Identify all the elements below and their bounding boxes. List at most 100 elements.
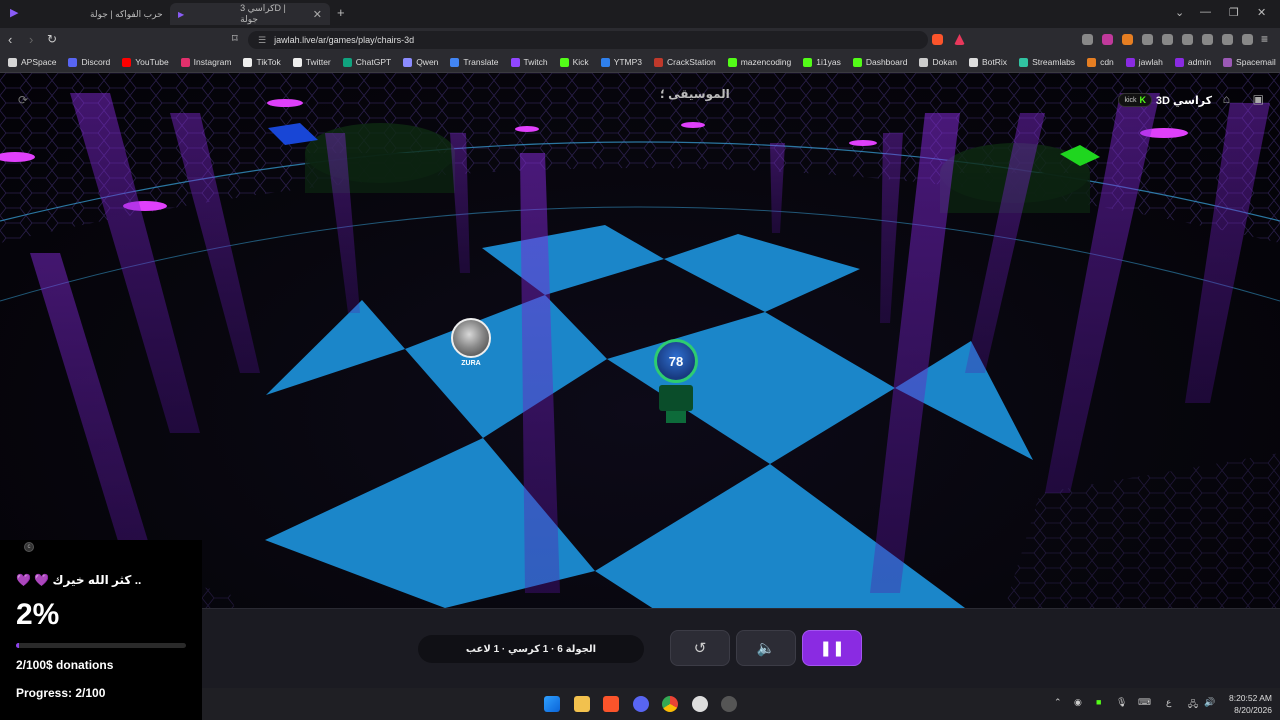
bookmark-cdn[interactable]: cdn bbox=[1087, 57, 1114, 67]
forward-icon[interactable]: › bbox=[29, 32, 33, 47]
leo-ai-icon[interactable] bbox=[1222, 34, 1233, 45]
bookmark-label: Twitch bbox=[523, 57, 548, 67]
maximize-icon[interactable]: ❐ bbox=[1229, 6, 1239, 19]
round-info: الجولة 6 · 1 كرسي · 1 لاعب bbox=[418, 635, 644, 663]
bookmark-spacemail[interactable]: Spacemail bbox=[1223, 57, 1276, 67]
bookmark-dashboard[interactable]: Dashboard bbox=[852, 57, 908, 67]
bookmark-favicon-icon bbox=[1223, 57, 1233, 67]
restart-button[interactable]: ↺ bbox=[670, 630, 730, 666]
url-input[interactable]: ☰ jawlah.live/ar/games/play/chairs-3d bbox=[248, 31, 928, 49]
browser-menu-icon[interactable]: ▶ bbox=[10, 6, 18, 19]
bookmark-crackstation[interactable]: CrackStation bbox=[654, 57, 716, 67]
bookmark-translate[interactable]: Translate bbox=[450, 57, 499, 67]
bookmark-twitter[interactable]: Twitter bbox=[292, 57, 331, 67]
puzzle-icon[interactable] bbox=[1142, 34, 1153, 45]
reload-icon[interactable]: ↻ bbox=[47, 32, 57, 46]
file-explorer-icon[interactable] bbox=[574, 696, 590, 712]
tab-chairs-3d[interactable]: ▶ كراسي 3D | جولة ✕ bbox=[170, 3, 330, 25]
chevron-down-icon[interactable]: ⌄ bbox=[1175, 6, 1184, 19]
bookmark-tiktok[interactable]: TikTok bbox=[243, 57, 281, 67]
extension-icon[interactable] bbox=[1122, 34, 1133, 45]
bookmark-qwen[interactable]: Qwen bbox=[403, 57, 438, 67]
settings-gear-icon[interactable] bbox=[692, 696, 708, 712]
input-language[interactable]: ع bbox=[1166, 697, 1171, 708]
bookmark-label: mazencoding bbox=[740, 57, 792, 67]
brave-shield-icon[interactable] bbox=[932, 34, 943, 45]
new-tab-button[interactable]: + bbox=[337, 5, 345, 20]
round-info-text: الجولة 6 · 1 كرسي · 1 لاعب bbox=[465, 643, 597, 655]
close-window-icon[interactable]: ✕ bbox=[1257, 6, 1266, 19]
bookmark-favicon-icon bbox=[8, 57, 17, 67]
fullscreen-icon[interactable]: ▣ bbox=[1253, 92, 1264, 106]
bookmark-apspace[interactable]: APSpace bbox=[8, 57, 56, 67]
bookmark-favicon-icon bbox=[727, 57, 737, 67]
network-icon[interactable]: 🖧 bbox=[1188, 697, 1198, 713]
menu-icon[interactable]: ≡ bbox=[1261, 32, 1268, 46]
bookmark-label: cdn bbox=[1100, 57, 1114, 67]
discord-tray-icon[interactable]: ◉ bbox=[1074, 697, 1082, 708]
bookmark-instagram[interactable]: Instagram bbox=[180, 57, 231, 67]
bookmark-favicon-icon bbox=[600, 57, 610, 67]
bookmark-label: Dashboard bbox=[865, 57, 908, 67]
volume-icon[interactable]: 🔊 bbox=[1204, 697, 1215, 708]
windows-start-icon[interactable] bbox=[544, 696, 560, 712]
pause-button[interactable]: ❚❚ bbox=[802, 630, 862, 666]
mic-icon[interactable]: 🎙 bbox=[1116, 697, 1127, 708]
bookmark-jawlah[interactable]: jawlah bbox=[1125, 57, 1163, 67]
vpn-icon[interactable] bbox=[1242, 34, 1253, 45]
home-icon[interactable]: ⌂ bbox=[1223, 92, 1230, 106]
system-clock[interactable]: 8:20:52 AM 8/20/2026 bbox=[1229, 692, 1272, 716]
brave-browser-icon[interactable] bbox=[603, 696, 619, 712]
bookmark-admin[interactable]: admin bbox=[1174, 57, 1211, 67]
bookmark-mazencoding[interactable]: mazencoding bbox=[727, 57, 792, 67]
bookmark-favicon-icon bbox=[1125, 57, 1135, 67]
sidebar-icon[interactable] bbox=[1182, 34, 1193, 45]
bookmark-favicon-icon bbox=[1019, 57, 1029, 67]
bookmark-botrix[interactable]: BotRix bbox=[969, 57, 1007, 67]
site-info-icon[interactable]: ☰ bbox=[258, 35, 266, 46]
bookmark-youtube[interactable]: YouTube bbox=[122, 57, 169, 67]
game-control-bar: الجولة 6 · 1 كرسي · 1 لاعب ↺ 🔈 ❚❚ bbox=[202, 608, 1280, 688]
refresh-icon[interactable]: ⟳ bbox=[18, 93, 28, 107]
close-icon[interactable]: ✕ bbox=[313, 8, 322, 21]
minimize-icon[interactable]: — bbox=[1200, 6, 1211, 18]
bookmark-label: Streamlabs bbox=[1032, 57, 1076, 67]
donation-progress-bar bbox=[16, 643, 186, 648]
bookmark-label: Dokan bbox=[932, 57, 958, 67]
bookmark-label: Kick bbox=[572, 57, 589, 67]
tray-chevron-icon[interactable]: ⌃ bbox=[1054, 697, 1062, 708]
bookmark-chatgpt[interactable]: ChatGPT bbox=[342, 57, 391, 67]
bookmark-ytmp3[interactable]: YTMP3 bbox=[600, 57, 642, 67]
avatar bbox=[451, 318, 491, 358]
extension-icon[interactable] bbox=[1082, 34, 1093, 45]
bookmark-dokan[interactable]: Dokan bbox=[919, 57, 957, 67]
bookmark-label: YouTube bbox=[135, 57, 169, 67]
chrome-icon[interactable] bbox=[662, 696, 678, 712]
bookmark-label: Twitter bbox=[305, 57, 331, 67]
music-icon[interactable] bbox=[1162, 34, 1173, 45]
brave-rewards-icon[interactable] bbox=[954, 34, 965, 45]
discord-icon[interactable] bbox=[633, 696, 649, 712]
bookmark-favicon-icon bbox=[1087, 57, 1097, 67]
tray-app-icon[interactable]: ■ bbox=[1096, 697, 1101, 707]
bookmark-twitch[interactable]: Twitch bbox=[510, 57, 548, 67]
keyboard-icon[interactable]: ⌨ bbox=[1138, 697, 1151, 708]
sound-button[interactable]: 🔈 bbox=[736, 630, 796, 666]
bookmark-streamlabs[interactable]: Streamlabs bbox=[1019, 57, 1075, 67]
bookmark-kick[interactable]: Kick bbox=[559, 57, 589, 67]
wallet-icon[interactable] bbox=[1202, 34, 1213, 45]
bookmark-favicon-icon bbox=[292, 57, 302, 67]
bookmark-label: jawlah bbox=[1138, 57, 1163, 67]
obs-icon[interactable] bbox=[721, 696, 737, 712]
tab-fruits-war[interactable]: حرب الفواكه | جولة bbox=[90, 3, 164, 25]
bookmark-1i1yas[interactable]: 1i1yas bbox=[803, 57, 841, 67]
bookmark-favicon-icon bbox=[450, 57, 460, 67]
bookmark-icon[interactable]: ⌑ bbox=[232, 32, 238, 45]
bookmarks-bar: APSpace Discord YouTube Instagram TikTok Twit… bbox=[0, 52, 1280, 73]
bookmark-discord[interactable]: Discord bbox=[68, 57, 110, 67]
extension-icon[interactable] bbox=[1102, 34, 1113, 45]
back-icon[interactable]: ‹ bbox=[8, 32, 12, 47]
platform-badge: kick K bbox=[1118, 93, 1152, 107]
bookmark-label: Qwen bbox=[416, 57, 439, 67]
bookmark-favicon-icon bbox=[852, 57, 862, 67]
